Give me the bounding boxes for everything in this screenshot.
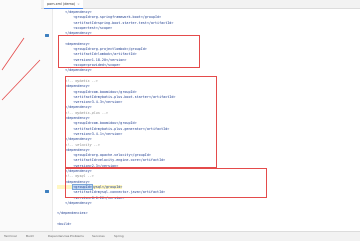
project-panel[interactable] <box>0 0 42 240</box>
annotation-arrow-icon <box>1 37 41 101</box>
editor-gutter <box>41 9 53 231</box>
code-line[interactable]: </dependency> <box>57 201 92 206</box>
code-line[interactable]: </dependency> <box>57 10 92 15</box>
code-line[interactable]: <artifactId>spring-boot-starter-test</ar… <box>57 21 173 26</box>
code-line[interactable]: </dependency> <box>57 68 92 73</box>
tab-pom-xml[interactable]: pom.xml (demo) × <box>44 0 83 9</box>
dependency-marker-icon[interactable] <box>45 190 49 193</box>
code-editor[interactable]: </dependency> <groupId>org.springframewo… <box>53 9 360 231</box>
dependency-marker-icon[interactable] <box>45 34 49 37</box>
highlight-box-mybatis <box>65 76 217 168</box>
code-line[interactable]: <build> <box>57 222 71 227</box>
code-line[interactable]: </dependencies> <box>57 211 88 216</box>
editor-tab-bar: pom.xml (demo) × <box>41 0 360 9</box>
code-line[interactable]: <scope>test</scope> <box>57 26 112 31</box>
code-line[interactable]: <groupId>org.springframework.boot</group… <box>57 15 161 20</box>
highlight-box-mysql <box>65 168 267 198</box>
close-icon[interactable]: × <box>77 0 80 8</box>
tab-label: pom.xml (demo) <box>47 2 76 6</box>
highlight-box-lombok <box>58 35 200 68</box>
